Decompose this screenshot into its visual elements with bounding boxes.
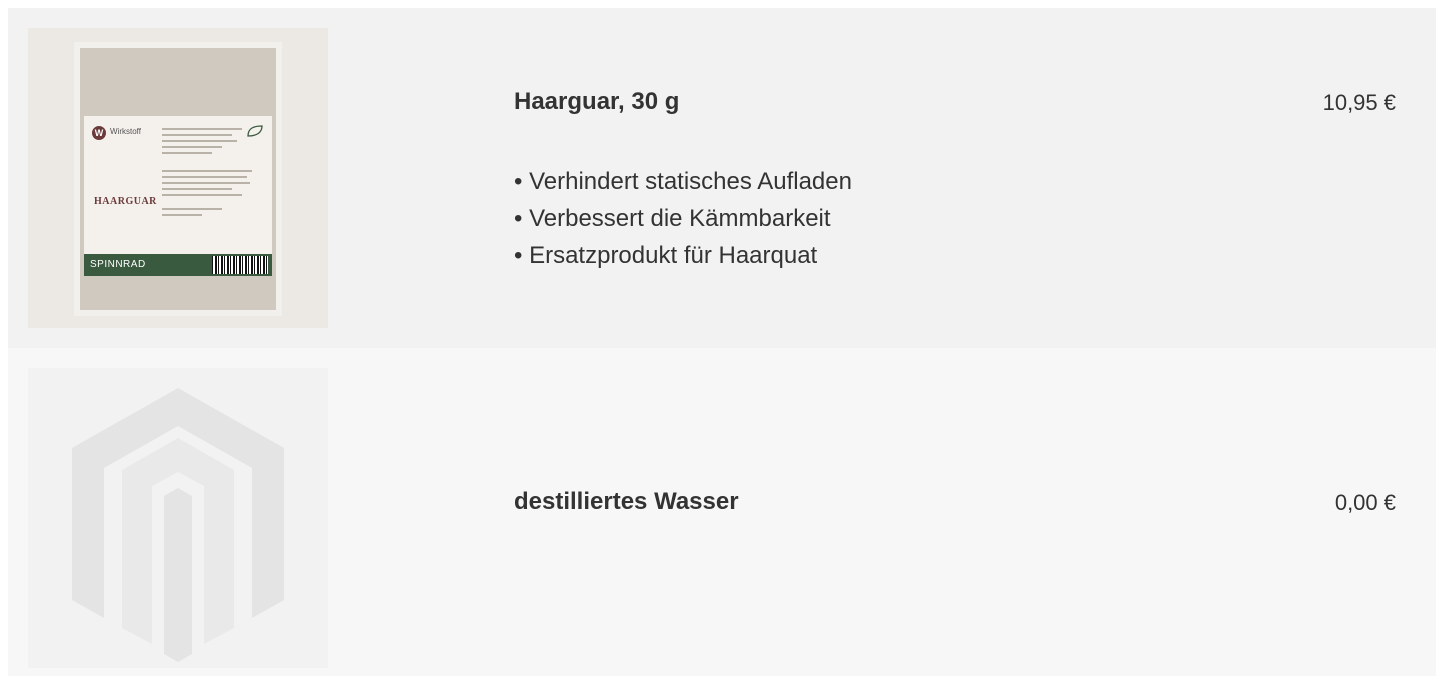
- feature-item: Ersatzprodukt für Haarquat: [514, 237, 852, 274]
- barcode-icon: [212, 256, 268, 274]
- brand-name: Wirkstoff: [110, 127, 141, 136]
- product-list: W Wirkstoff HAARGUAR SPINNRAD Haarguar, …: [8, 8, 1436, 676]
- product-row: W Wirkstoff HAARGUAR SPINNRAD Haarguar, …: [8, 8, 1436, 348]
- product-price: 10,95 €: [1322, 90, 1396, 115]
- product-image[interactable]: W Wirkstoff HAARGUAR SPINNRAD: [28, 28, 328, 328]
- package-label: W Wirkstoff HAARGUAR: [84, 116, 272, 254]
- brand-logo-icon: W: [92, 126, 106, 140]
- product-image-placeholder[interactable]: [28, 368, 328, 668]
- package-brand-band: SPINNRAD: [84, 254, 272, 276]
- vegan-leaf-icon: [247, 125, 263, 137]
- product-title[interactable]: Haarguar, 30 g: [514, 88, 679, 116]
- product-row: destilliertes Wasser 0,00 €: [8, 348, 1436, 676]
- package-product-name: HAARGUAR: [94, 196, 157, 207]
- package-illustration: W Wirkstoff HAARGUAR SPINNRAD: [80, 48, 276, 310]
- feature-item: Verhindert statisches Aufladen: [514, 163, 852, 200]
- product-price: 0,00 €: [1334, 490, 1396, 515]
- feature-list: Verhindert statisches Aufladen Verbesser…: [514, 163, 852, 274]
- label-fine-print: [162, 124, 262, 220]
- feature-item: Verbessert die Kämmbarkeit: [514, 200, 852, 237]
- product-title[interactable]: destilliertes Wasser: [514, 488, 739, 516]
- maker-name: SPINNRAD: [90, 259, 146, 270]
- placeholder-logo-icon: [72, 388, 284, 662]
